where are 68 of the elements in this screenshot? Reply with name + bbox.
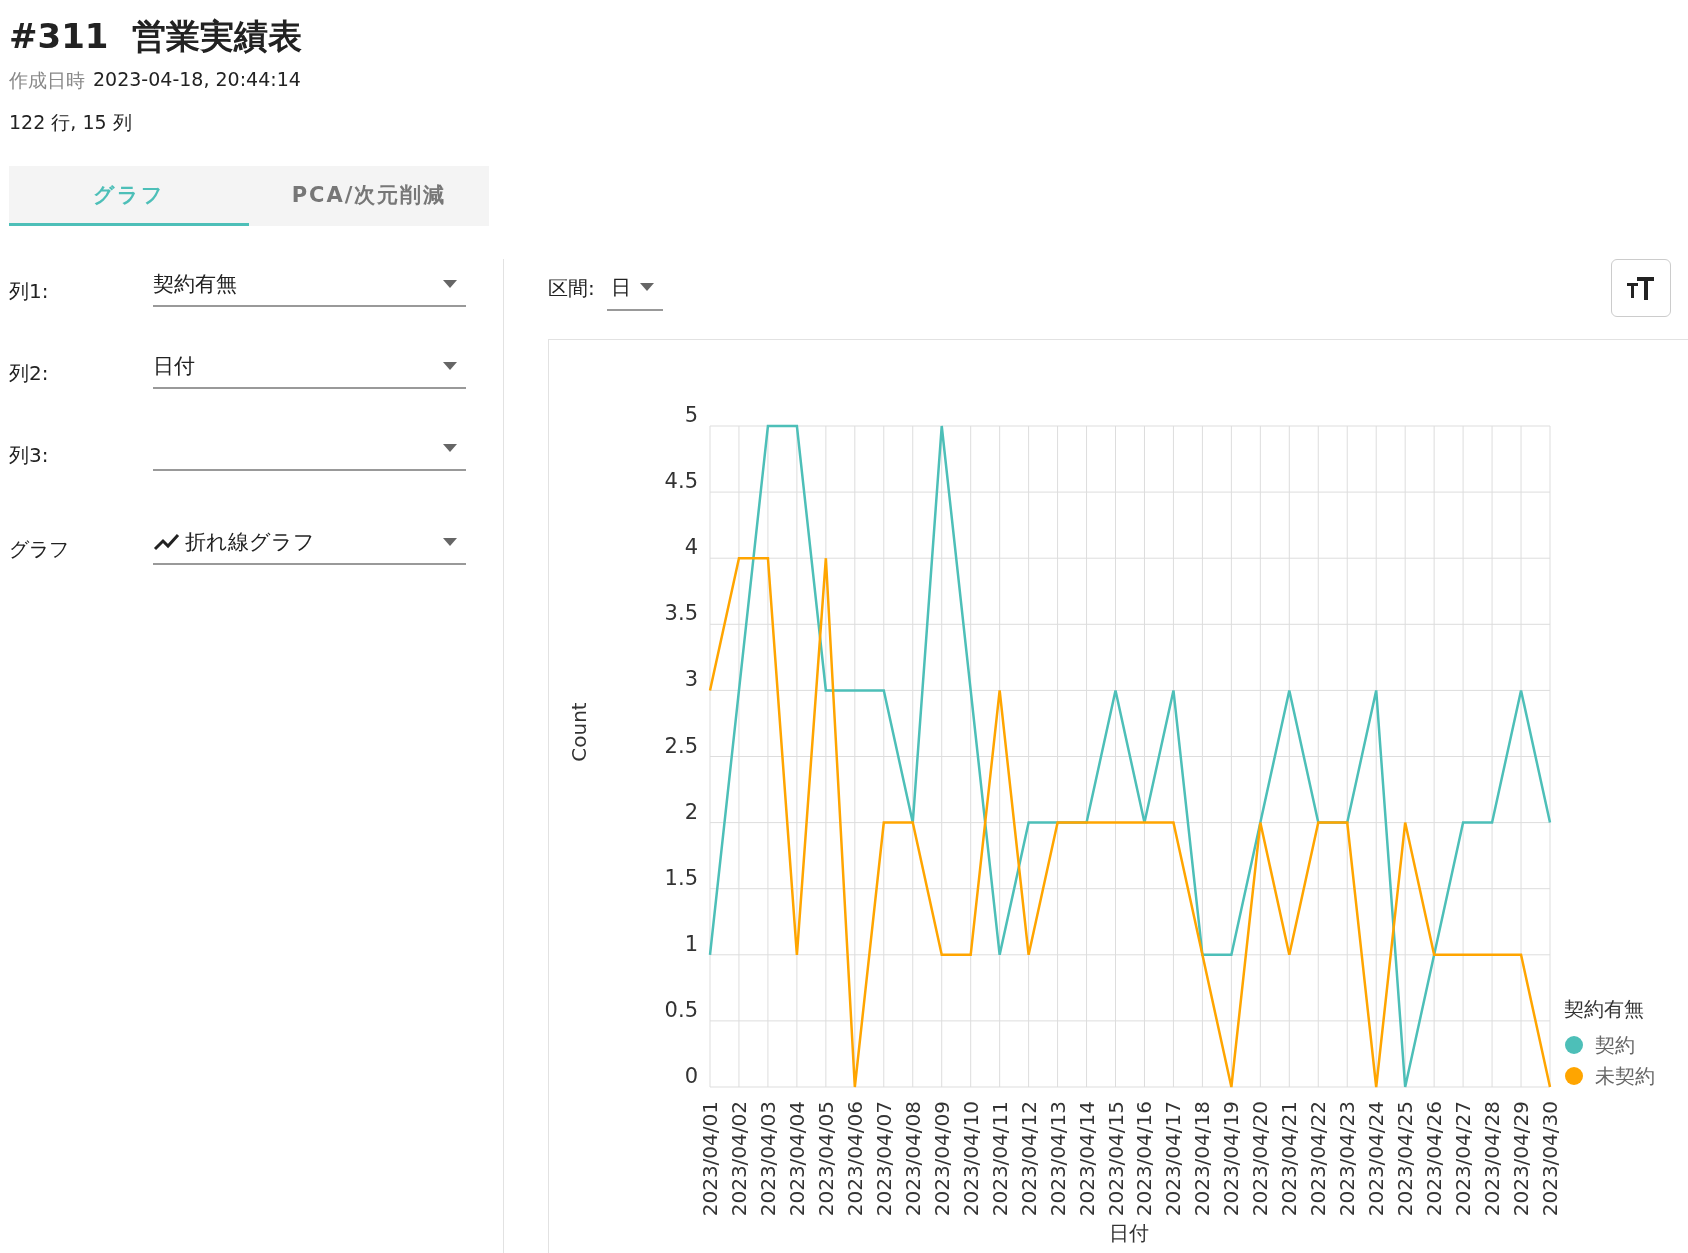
caret-icon — [638, 282, 655, 292]
caret-icon — [442, 361, 458, 371]
caret-icon — [442, 537, 458, 547]
y-tick-label: 2 — [684, 799, 698, 824]
page-title: #311 営業実績表 — [9, 15, 304, 58]
y-tick-label: 2.5 — [664, 733, 698, 758]
y-tick-label: 0.5 — [664, 997, 698, 1022]
setting-label: 列2: — [9, 360, 50, 387]
setting-label: 列1: — [9, 278, 50, 305]
x-tick-label: 2023/04/20 — [1248, 1101, 1273, 1217]
select-field[interactable]: 折れ線グラフ — [153, 521, 466, 565]
x-tick-label: 2023/04/28 — [1480, 1101, 1505, 1217]
x-tick-label: 2023/04/27 — [1451, 1101, 1476, 1217]
y-tick-label: 1 — [684, 931, 698, 956]
x-tick-label: 2023/04/07 — [871, 1101, 896, 1217]
legend-label: 未契約 — [1595, 1064, 1655, 1088]
x-tick-label: 2023/04/11 — [987, 1101, 1012, 1217]
legend-label: 契約 — [1595, 1033, 1635, 1057]
x-tick-label: 2023/04/03 — [755, 1101, 780, 1217]
x-tick-label: 2023/04/24 — [1364, 1101, 1389, 1217]
font-size-button[interactable] — [1611, 259, 1671, 317]
y-tick-label: 3 — [684, 667, 698, 692]
x-tick-label: 2023/04/08 — [900, 1101, 925, 1217]
created-label: 作成日時 — [9, 68, 85, 93]
tab[interactable]: PCA/次元削減 — [249, 166, 489, 226]
x-tick-label: 2023/04/18 — [1190, 1101, 1215, 1217]
text-size-icon — [1627, 276, 1655, 300]
x-tick-label: 2023/04/23 — [1335, 1101, 1360, 1217]
x-tick-label: 2023/04/26 — [1422, 1101, 1447, 1217]
y-tick-label: 4.5 — [664, 469, 698, 494]
line-chart-icon — [153, 532, 181, 552]
y-tick-label: 5 — [684, 403, 698, 427]
interval-label: 区間: — [548, 274, 595, 302]
x-tick-label: 2023/04/09 — [929, 1101, 954, 1217]
x-tick-label: 2023/04/16 — [1132, 1101, 1157, 1217]
x-tick-label: 2023/04/13 — [1045, 1101, 1070, 1217]
legend-title: 契約有無 — [1564, 997, 1644, 1021]
y-axis-title: Count — [567, 702, 591, 762]
table-size: 122 行, 15 列 — [9, 110, 133, 135]
setting-label: 列3: — [9, 442, 50, 469]
x-tick-label: 2023/04/05 — [813, 1101, 838, 1217]
x-tick-label: 2023/04/19 — [1219, 1101, 1244, 1217]
setting-label: グラフ — [9, 536, 70, 563]
x-tick-label: 2023/04/02 — [726, 1101, 751, 1217]
y-tick-label: 1.5 — [664, 865, 698, 890]
interval-select[interactable]: 日 — [606, 265, 663, 311]
x-tick-label: 2023/04/30 — [1538, 1101, 1562, 1217]
x-tick-label: 2023/04/01 — [698, 1101, 722, 1217]
caret-icon — [442, 443, 458, 453]
y-tick-label: 4 — [684, 535, 698, 560]
x-tick-label: 2023/04/12 — [1016, 1101, 1041, 1217]
select-field[interactable]: 契約有無 — [153, 263, 466, 307]
x-axis-title: 日付 — [1109, 1221, 1149, 1245]
x-tick-label: 2023/04/17 — [1161, 1101, 1186, 1217]
x-tick-label: 2023/04/22 — [1306, 1101, 1331, 1217]
x-tick-label: 2023/04/21 — [1277, 1101, 1302, 1217]
y-tick-label: 3.5 — [664, 601, 698, 626]
created-value: 2023-04-18, 20:44:14 — [93, 68, 301, 92]
x-tick-label: 2023/04/14 — [1074, 1101, 1099, 1217]
x-tick-label: 2023/04/06 — [842, 1101, 867, 1217]
x-tick-label: 2023/04/04 — [784, 1101, 809, 1217]
x-tick-label: 2023/04/29 — [1509, 1101, 1534, 1217]
x-tick-label: 2023/04/25 — [1393, 1101, 1418, 1217]
y-tick-label: 0 — [684, 1064, 698, 1088]
select-field[interactable]: 日付 — [153, 345, 466, 389]
x-tick-label: 2023/04/10 — [958, 1101, 983, 1217]
x-tick-label: 2023/04/15 — [1103, 1101, 1128, 1217]
caret-icon — [442, 279, 458, 289]
